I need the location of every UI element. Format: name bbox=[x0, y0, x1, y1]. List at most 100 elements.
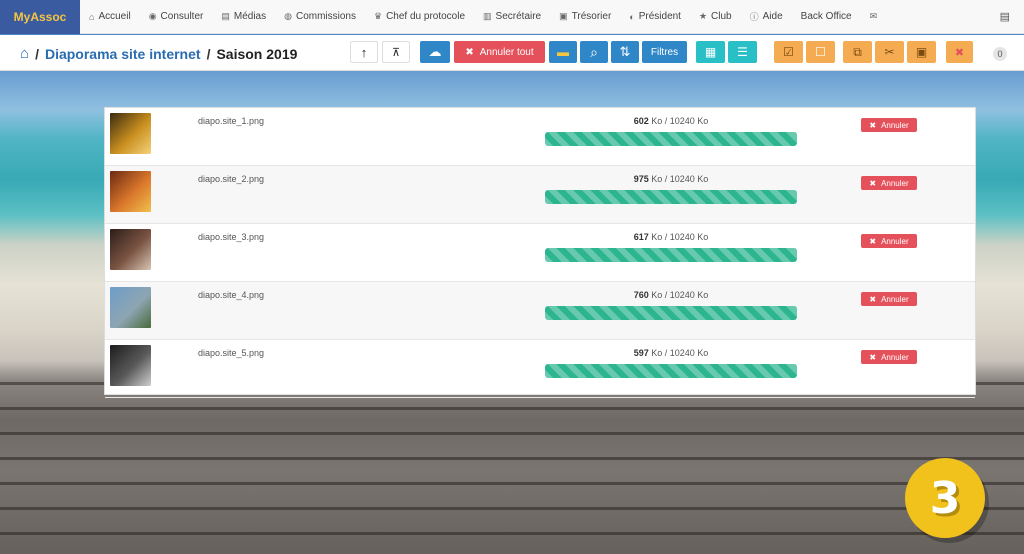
nav-item-6[interactable]: ▣ Trésorier bbox=[550, 0, 620, 34]
cancel-all-label: Annuler tout bbox=[479, 46, 534, 58]
nav-item-9[interactable]: ⓘ Aide bbox=[741, 0, 792, 34]
cancel-upload-label: Annuler bbox=[881, 178, 909, 188]
parent-folder-button[interactable]: ↑ bbox=[350, 41, 378, 63]
nav-item-label: Secrétaire bbox=[495, 11, 542, 22]
file-size-separator: / bbox=[662, 290, 670, 300]
file-size: 602 Ko / 10240 Ko bbox=[545, 116, 797, 126]
eye-icon: ◉ bbox=[148, 11, 157, 21]
square-icon: ☐ bbox=[815, 45, 826, 59]
file-name: diapo.site_2.png bbox=[198, 174, 265, 184]
cancel-upload-label: Annuler bbox=[881, 352, 909, 362]
sort-button[interactable]: ⇅ bbox=[611, 41, 639, 63]
cancel-upload-label: Annuler bbox=[881, 294, 909, 304]
upload-row: diapo.site_4.png 760 Ko / 10240 Ko ✖ Annule… bbox=[105, 282, 975, 340]
sidebar-toggle-icon[interactable]: ▤ bbox=[1000, 10, 1010, 23]
tree-view-button[interactable]: ⊼ bbox=[382, 41, 410, 63]
upload-button[interactable]: ☁ bbox=[420, 41, 450, 63]
file-name: diapo.site_1.png bbox=[198, 116, 265, 126]
file-icon: ▤ bbox=[221, 11, 230, 21]
top-navbar: MyAssoc ⌂ Accueil ◉ Consulter ▤ Médias ◍ Commis… bbox=[0, 0, 1024, 34]
upload-row: diapo.site_3.png 617 Ko / 10240 Ko ✖ Annule… bbox=[105, 224, 975, 282]
breadcrumb-link-folder[interactable]: Diaporama site internet bbox=[45, 46, 201, 62]
paste-button[interactable]: ▣ bbox=[907, 41, 936, 63]
breadcrumb-separator: / bbox=[206, 45, 211, 62]
file-size: 975 Ko / 10240 Ko bbox=[545, 174, 797, 184]
file-size-unit: Ko bbox=[651, 290, 663, 300]
upload-row: diapo.site_1.png 602 Ko / 10240 Ko ✖ Annule… bbox=[105, 108, 975, 166]
cancel-upload-button[interactable]: ✖ Annuler bbox=[861, 118, 917, 132]
nav-item-label: Chef du protocole bbox=[386, 11, 466, 22]
upload-progress-bar bbox=[545, 190, 797, 204]
deselect-all-button[interactable]: ☐ bbox=[806, 41, 835, 63]
star-icon: ★ bbox=[698, 11, 708, 21]
copy-button[interactable]: ⧉ bbox=[843, 41, 872, 63]
file-thumbnail bbox=[110, 229, 151, 270]
filters-button[interactable]: Filtres bbox=[642, 41, 687, 63]
file-size-value: 617 bbox=[633, 232, 649, 242]
nav-item-2[interactable]: ▤ Médias bbox=[212, 0, 275, 34]
grid-view-button[interactable]: ▦ bbox=[696, 41, 725, 63]
upload-progress-fill bbox=[545, 248, 797, 262]
file-thumbnail bbox=[110, 171, 151, 212]
upload-row: diapo.site_5.png 597 Ko / 10240 Ko ✖ Annule… bbox=[105, 340, 975, 398]
max-file-size: 10240 Ko bbox=[669, 174, 709, 184]
cancel-upload-label: Annuler bbox=[881, 236, 909, 246]
file-size-value: 975 bbox=[633, 174, 649, 184]
select-all-button[interactable]: ☑ bbox=[774, 41, 803, 63]
cancel-upload-button[interactable]: ✖ Annuler bbox=[861, 292, 917, 306]
copy-icon: ⧉ bbox=[853, 44, 862, 59]
new-folder-button[interactable]: ▬ bbox=[549, 41, 577, 63]
home-icon[interactable]: ⌂ bbox=[20, 45, 29, 62]
nav-item-8[interactable]: ★ Club bbox=[690, 0, 741, 34]
file-size-value: 760 bbox=[633, 290, 649, 300]
upload-progress-bar bbox=[545, 364, 797, 378]
cancel-all-button[interactable]: ✖ Annuler tout bbox=[454, 41, 545, 63]
file-thumbnail bbox=[110, 113, 151, 154]
book-icon: ▥ bbox=[483, 11, 492, 21]
file-size: 617 Ko / 10240 Ko bbox=[545, 232, 797, 242]
upload-progress-fill bbox=[545, 190, 797, 204]
folder-icon: ▬ bbox=[557, 45, 569, 59]
cloud-upload-icon: ☁ bbox=[428, 44, 442, 59]
nav-item-5[interactable]: ▥ Secrétaire bbox=[474, 0, 550, 34]
list-view-button[interactable]: ☰ bbox=[728, 41, 757, 63]
file-size: 597 Ko / 10240 Ko bbox=[545, 348, 797, 358]
file-size-unit: Ko bbox=[651, 174, 663, 184]
cut-button[interactable]: ✂ bbox=[875, 41, 904, 63]
max-file-size: 10240 Ko bbox=[669, 116, 709, 126]
nav-item-10[interactable]: Back Office bbox=[792, 0, 861, 34]
nav-item-1[interactable]: ◉ Consulter bbox=[140, 0, 213, 34]
brand-logo[interactable]: MyAssoc bbox=[0, 0, 80, 34]
scissors-icon: ✂ bbox=[884, 45, 895, 59]
nav-item-0[interactable]: ⌂ Accueil bbox=[80, 0, 140, 34]
nav-item-label: Trésorier bbox=[571, 11, 612, 22]
cancel-upload-button[interactable]: ✖ Annuler bbox=[861, 234, 917, 248]
nav-item-3[interactable]: ◍ Commissions bbox=[275, 0, 365, 34]
upload-progress-fill bbox=[545, 364, 797, 378]
nav-item-4[interactable]: ♛ Chef du protocole bbox=[365, 0, 474, 34]
upload-progress-fill bbox=[545, 306, 797, 320]
nav-item-label: Club bbox=[711, 11, 732, 22]
file-size-separator: / bbox=[662, 116, 670, 126]
grid-icon: ▦ bbox=[704, 45, 717, 59]
file-size-separator: / bbox=[662, 174, 670, 184]
cancel-upload-button[interactable]: ✖ Annuler bbox=[861, 350, 917, 364]
nav-item-11[interactable]: ✉ bbox=[861, 0, 887, 34]
upload-queue-panel: diapo.site_1.png 602 Ko / 10240 Ko ✖ Annule… bbox=[104, 107, 976, 398]
file-size-unit: Ko bbox=[651, 116, 663, 126]
sort-alpha-icon: ⇅ bbox=[619, 44, 631, 59]
max-file-size: 10240 Ko bbox=[669, 232, 709, 242]
breadcrumb-separator: / bbox=[35, 45, 39, 62]
cancel-upload-button[interactable]: ✖ Annuler bbox=[861, 176, 917, 190]
file-name: diapo.site_4.png bbox=[198, 290, 265, 300]
delete-button[interactable]: ✖ bbox=[946, 41, 973, 63]
money-icon: ▣ bbox=[559, 11, 568, 21]
nav-item-7[interactable]: ◐ Président bbox=[620, 0, 690, 34]
search-button[interactable]: ⌕ bbox=[580, 41, 608, 63]
nav-item-label: Président bbox=[638, 11, 681, 22]
nav-item-label: Back Office bbox=[800, 11, 852, 22]
file-thumbnail bbox=[110, 345, 151, 386]
info-icon: ⓘ bbox=[749, 12, 759, 22]
trophy-icon: ♛ bbox=[374, 11, 383, 21]
check-square-icon: ☑ bbox=[783, 45, 794, 59]
